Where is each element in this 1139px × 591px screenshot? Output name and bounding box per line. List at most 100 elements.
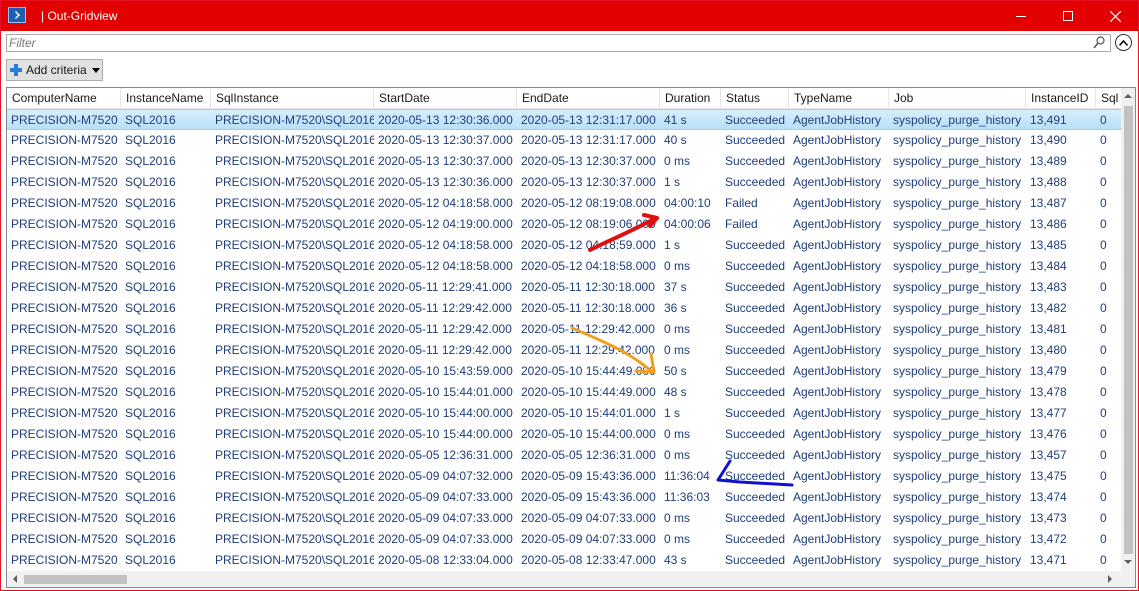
- table-row[interactable]: PRECISION-M7520 SQL2016 PRECISION-M7520\SQ…: [7, 109, 1121, 130]
- title-bar[interactable]: | Out-Gridview: [1, 1, 1138, 31]
- column-header-status[interactable]: Status: [721, 88, 789, 109]
- filter-box[interactable]: [6, 34, 1111, 52]
- minimize-button[interactable]: [998, 1, 1044, 31]
- cell-status: Succeeded: [725, 406, 786, 420]
- table-row[interactable]: PRECISION-M7520 SQL2016 PRECISION-M7520\SQ…: [7, 151, 1121, 172]
- cell-startdate: 2020-05-09 04:07:33.000: [378, 511, 513, 525]
- table-row[interactable]: PRECISION-M7520 SQL2016 PRECISION-M7520\SQ…: [7, 298, 1121, 319]
- cell-duration: 1 s: [664, 175, 681, 189]
- cell-typename: AgentJobHistory: [793, 553, 882, 567]
- cell-instancename: SQL2016: [125, 469, 176, 483]
- cell-instanceid: 13,484: [1030, 259, 1067, 273]
- cell-startdate: 2020-05-10 15:44:01.000: [378, 385, 513, 399]
- filter-input[interactable]: [7, 35, 1090, 51]
- cell-instanceid: 13,474: [1030, 490, 1067, 504]
- cell-duration: 48 s: [664, 385, 687, 399]
- cell-typename: AgentJobHistory: [793, 490, 882, 504]
- column-header-instanceid[interactable]: InstanceID: [1026, 88, 1096, 109]
- horizontal-scroll-thumb[interactable]: [24, 575, 127, 584]
- cell-job: syspolicy_purge_history: [893, 301, 1022, 315]
- cell-computername: PRECISION-M7520: [11, 196, 118, 210]
- cell-job: syspolicy_purge_history: [893, 175, 1022, 189]
- cell-startdate: 2020-05-12 04:19:00.000: [378, 217, 513, 231]
- cell-enddate: 2020-05-13 12:31:17.000: [521, 133, 656, 147]
- scroll-up-icon[interactable]: [1124, 94, 1132, 98]
- cell-computername: PRECISION-M7520: [11, 469, 118, 483]
- table-row[interactable]: PRECISION-M7520 SQL2016 PRECISION-M7520\SQ…: [7, 382, 1121, 403]
- table-row[interactable]: PRECISION-M7520 SQL2016 PRECISION-M7520\SQ…: [7, 214, 1121, 235]
- cell-computername: PRECISION-M7520: [11, 343, 118, 357]
- horizontal-scrollbar[interactable]: [7, 571, 1121, 587]
- chevron-up-icon[interactable]: [1115, 34, 1132, 51]
- column-header-computername[interactable]: ComputerName: [7, 88, 121, 109]
- cell-job: syspolicy_purge_history: [893, 196, 1022, 210]
- cell-job: syspolicy_purge_history: [893, 113, 1022, 127]
- table-row[interactable]: PRECISION-M7520 SQL2016 PRECISION-M7520\SQ…: [7, 424, 1121, 445]
- cell-instancename: SQL2016: [125, 196, 176, 210]
- cell-status: Succeeded: [725, 280, 786, 294]
- cell-startdate: 2020-05-11 12:29:42.000: [378, 343, 512, 357]
- cell-computername: PRECISION-M7520: [11, 175, 118, 189]
- table-row[interactable]: PRECISION-M7520 SQL2016 PRECISION-M7520\SQ…: [7, 466, 1121, 487]
- table-row[interactable]: PRECISION-M7520 SQL2016 PRECISION-M7520\SQ…: [7, 529, 1121, 550]
- column-header-instancename[interactable]: InstanceName: [121, 88, 211, 109]
- scroll-down-icon[interactable]: [1124, 560, 1132, 564]
- cell-enddate: 2020-05-10 15:44:00.000: [521, 427, 656, 441]
- scroll-left-icon[interactable]: [13, 575, 17, 583]
- column-header-duration[interactable]: Duration: [660, 88, 721, 109]
- cell-computername: PRECISION-M7520: [11, 280, 118, 294]
- vertical-scrollbar[interactable]: [1121, 88, 1135, 571]
- maximize-button[interactable]: [1045, 1, 1091, 31]
- cell-typename: AgentJobHistory: [793, 385, 882, 399]
- cell-duration: 37 s: [664, 280, 687, 294]
- cell-startdate: 2020-05-09 04:07:33.000: [378, 532, 513, 546]
- column-header-typename[interactable]: TypeName: [789, 88, 889, 109]
- table-row[interactable]: PRECISION-M7520 SQL2016 PRECISION-M7520\SQ…: [7, 361, 1121, 382]
- results-grid[interactable]: ComputerName InstanceName SqlInstance Start…: [6, 87, 1136, 588]
- column-header-job[interactable]: Job: [889, 88, 1026, 109]
- table-row[interactable]: PRECISION-M7520 SQL2016 PRECISION-M7520\SQ…: [7, 508, 1121, 529]
- column-header-sqlinstance[interactable]: SqlInstance: [211, 88, 374, 109]
- cell-duration: 0 ms: [664, 322, 691, 336]
- close-icon: [1109, 10, 1121, 22]
- cell-sqlinstance: PRECISION-M7520\SQL2016: [215, 238, 374, 252]
- cell-job: syspolicy_purge_history: [893, 406, 1022, 420]
- column-header-enddate[interactable]: EndDate: [517, 88, 660, 109]
- cell-startdate: 2020-05-13 12:30:37.000: [378, 154, 513, 168]
- table-row[interactable]: PRECISION-M7520 SQL2016 PRECISION-M7520\SQ…: [7, 487, 1121, 508]
- close-button[interactable]: [1092, 1, 1138, 31]
- cell-duration: 50 s: [664, 364, 687, 378]
- cell-enddate: 2020-05-12 08:19:06.000: [521, 217, 656, 231]
- vertical-scroll-thumb[interactable]: [1124, 106, 1133, 554]
- cell-instanceid: 13,489: [1030, 154, 1067, 168]
- table-row[interactable]: PRECISION-M7520 SQL2016 PRECISION-M7520\SQ…: [7, 445, 1121, 466]
- table-row[interactable]: PRECISION-M7520 SQL2016 PRECISION-M7520\SQ…: [7, 235, 1121, 256]
- cell-job: syspolicy_purge_history: [893, 490, 1022, 504]
- table-row[interactable]: PRECISION-M7520 SQL2016 PRECISION-M7520\SQ…: [7, 403, 1121, 424]
- cell-enddate: 2020-05-12 08:19:08.000: [521, 196, 656, 210]
- cell-instanceid: 13,472: [1030, 532, 1067, 546]
- cell-status: Succeeded: [725, 490, 786, 504]
- table-row[interactable]: PRECISION-M7520 SQL2016 PRECISION-M7520\SQ…: [7, 193, 1121, 214]
- cell-job: syspolicy_purge_history: [893, 511, 1022, 525]
- table-row[interactable]: PRECISION-M7520 SQL2016 PRECISION-M7520\SQ…: [7, 172, 1121, 193]
- cell-enddate: 2020-05-12 04:18:58.000: [521, 259, 656, 273]
- column-header-startdate[interactable]: StartDate: [374, 88, 517, 109]
- table-row[interactable]: PRECISION-M7520 SQL2016 PRECISION-M7520\SQ…: [7, 277, 1121, 298]
- cell-instanceid: 13,476: [1030, 427, 1067, 441]
- cell-enddate: 2020-05-08 12:33:47.000: [521, 553, 656, 567]
- cell-instanceid: 13,482: [1030, 301, 1067, 315]
- cell-job: syspolicy_purge_history: [893, 343, 1022, 357]
- table-row[interactable]: PRECISION-M7520 SQL2016 PRECISION-M7520\SQ…: [7, 319, 1121, 340]
- table-row[interactable]: PRECISION-M7520 SQL2016 PRECISION-M7520\SQ…: [7, 550, 1121, 571]
- scroll-right-icon[interactable]: [1108, 575, 1112, 583]
- add-criteria-button[interactable]: Add criteria: [6, 59, 103, 81]
- cell-startdate: 2020-05-10 15:44:00.000: [378, 406, 513, 420]
- cell-typename: AgentJobHistory: [793, 133, 882, 147]
- cell-sqlinstance: PRECISION-M7520\SQL2016: [215, 175, 374, 189]
- table-row[interactable]: PRECISION-M7520 SQL2016 PRECISION-M7520\SQ…: [7, 256, 1121, 277]
- table-row[interactable]: PRECISION-M7520 SQL2016 PRECISION-M7520\SQ…: [7, 340, 1121, 361]
- table-row[interactable]: PRECISION-M7520 SQL2016 PRECISION-M7520\SQ…: [7, 130, 1121, 151]
- cell-instancename: SQL2016: [125, 343, 176, 357]
- cell-typename: AgentJobHistory: [793, 406, 882, 420]
